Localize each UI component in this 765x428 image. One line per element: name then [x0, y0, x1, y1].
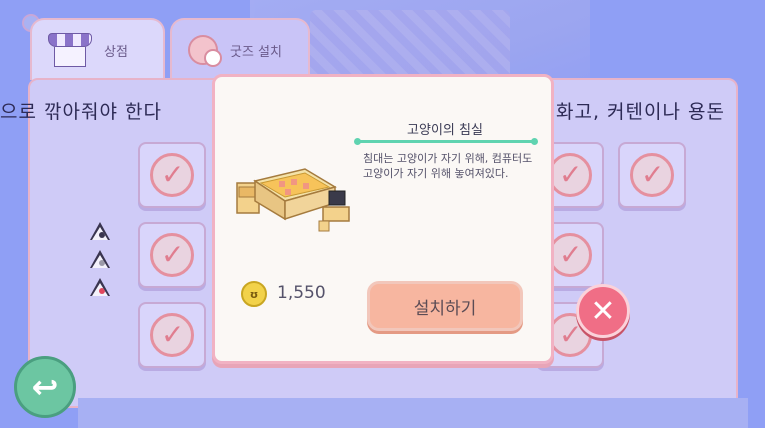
shop-item-tile[interactable]	[138, 222, 206, 288]
install-button[interactable]: 설치하기	[367, 281, 523, 331]
back-arrow-icon[interactable]: ↩	[14, 356, 76, 418]
item-description: 침대는 고양이가 자기 위해, 컴퓨터도 고양이가 자기 위해 놓여져있다.	[363, 152, 533, 180]
marquee-left-text: 으로 깎아줘야 한다	[0, 101, 162, 123]
tab-shop[interactable]: 상점	[30, 18, 165, 80]
onigiri-filter-icon[interactable]	[90, 250, 110, 268]
item-thumbnail-icon	[548, 233, 592, 277]
goods-ball-icon	[188, 35, 222, 67]
shop-item-tile[interactable]	[138, 302, 206, 368]
item-price: 1,550	[277, 283, 326, 303]
shop-item-tile[interactable]	[138, 142, 206, 208]
onigiri-filter-icon[interactable]	[90, 278, 110, 296]
item-thumbnail-icon	[150, 313, 194, 357]
shop-icon	[48, 33, 92, 67]
item-thumbnail-icon	[630, 153, 674, 197]
marquee-right-text: 화고, 커텐이나 용돈	[556, 101, 725, 123]
close-icon[interactable]: ✕	[576, 284, 630, 338]
item-thumbnail-icon	[150, 153, 194, 197]
bottom-bar	[78, 398, 748, 428]
shop-item-tile[interactable]	[618, 142, 686, 208]
item-thumbnail-icon	[548, 153, 592, 197]
coin-icon: ʊ	[241, 281, 267, 307]
title-underline	[354, 138, 538, 145]
item-thumbnail-icon	[150, 233, 194, 277]
filter-column	[90, 222, 110, 296]
onigiri-filter-icon[interactable]	[90, 222, 110, 240]
tab-goods-install[interactable]: 굿즈 설치	[170, 18, 310, 80]
tab-shop-label: 상점	[104, 44, 128, 60]
item-title: 고양이의 침실	[407, 123, 483, 138]
item-detail-dialog: 고양이의 침실 침대는 고양이가 자기 위해, 컴퓨터도 고양이가 자기 위해 …	[212, 74, 554, 364]
cat-bed-furniture-icon	[236, 168, 350, 232]
tab-goods-label: 굿즈 설치	[230, 44, 282, 60]
